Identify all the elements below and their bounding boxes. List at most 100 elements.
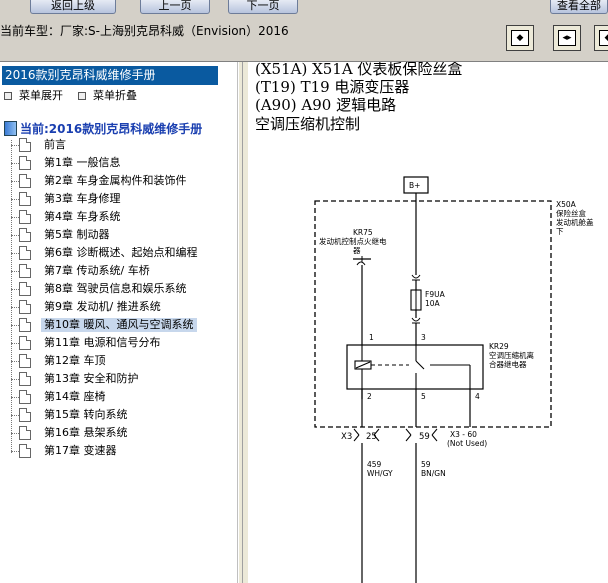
wire-color: BN/GN (421, 469, 446, 478)
toc-item[interactable]: 前言 (0, 136, 237, 154)
document-icon (19, 282, 31, 296)
toc-item-label: 第7章 传动系统/ 车桥 (44, 264, 150, 277)
next-page-button[interactable]: 下一页 (228, 0, 298, 14)
toc-item[interactable]: 第17章 变速器 (0, 442, 237, 460)
expand-icon (4, 91, 12, 100)
back-button[interactable]: 返回上级 (30, 0, 116, 14)
power-label: B+ (409, 181, 420, 190)
tree-connector (11, 379, 19, 380)
toc-item[interactable]: 第16章 悬架系统 (0, 424, 237, 442)
toc-item[interactable]: 第2章 车身金属构件和装饰件 (0, 172, 237, 190)
connector-label: X3 (341, 432, 352, 442)
toc-item[interactable]: 第11章 电源和信号分布 (0, 334, 237, 352)
content-line: (A90) A90 逻辑电路 (255, 96, 397, 114)
relay2-id: KR29 (489, 342, 509, 351)
menu-expand-button[interactable]: 菜单展开 (4, 89, 63, 102)
tree-connector (11, 325, 19, 326)
document-icon (19, 444, 31, 458)
menu-collapse-button[interactable]: 菜单折叠 (78, 89, 137, 102)
tree-connector (11, 451, 19, 452)
document-icon (19, 246, 31, 260)
tree-root[interactable]: 当前:2016款别克昂科威维修手册 (4, 120, 202, 137)
tree-connector (11, 235, 19, 236)
panel-title: 2016款别克昂科威维修手册 (2, 66, 218, 85)
relay-desc-2: 器 (353, 246, 361, 255)
toc-item-label: 第15章 转向系统 (44, 408, 128, 421)
toc-item-label: 第13章 安全和防护 (44, 372, 139, 385)
document-icon (19, 228, 31, 242)
document-icon (19, 426, 31, 440)
toolbar: 返回上级 上一页 下一页 查看全部 当前车型：厂家:S-上海别克昂科威（Envi… (0, 0, 608, 62)
pin-label: 1 (369, 333, 374, 342)
toc-item[interactable]: 第10章 暖风、通风与空调系统 (0, 316, 237, 334)
toc-item[interactable]: 第4章 车身系统 (0, 208, 237, 226)
document-icon (19, 264, 31, 278)
tree-connector (11, 217, 19, 218)
toc-item[interactable]: 第15章 转向系统 (0, 406, 237, 424)
toc-item-label: 第10章 暖风、通风与空调系统 (41, 318, 197, 332)
connector-note-2: (Not Used) (447, 439, 487, 448)
toc-item-label: 第1章 一般信息 (44, 156, 121, 169)
toc-item-label: 第3章 车身修理 (44, 192, 121, 205)
document-icon (19, 300, 31, 314)
toc-item[interactable]: 第9章 发动机/ 推进系统 (0, 298, 237, 316)
toc-item[interactable]: 第6章 诊断概述、起始点和编程 (0, 244, 237, 262)
content-line: 空调压缩机控制 (255, 115, 361, 133)
nav-split-button[interactable]: ◂▸ (553, 25, 581, 51)
tree-connector (11, 397, 19, 398)
pin-label: 5 (421, 392, 426, 401)
tree-connector (11, 163, 19, 164)
toc-panel: 2016款别克昂科威维修手册 菜单展开 菜单折叠 当前:2016款别克昂科威维修… (0, 62, 238, 583)
document-icon (19, 192, 31, 206)
view-all-button[interactable]: 查看全部 (550, 0, 608, 14)
toc-item[interactable]: 第3章 车身修理 (0, 190, 237, 208)
toc-item[interactable]: 第12章 车顶 (0, 352, 237, 370)
toc-item[interactable]: 第1章 一般信息 (0, 154, 237, 172)
content-line: (X51A) X51A 仪表板保险丝盒 (255, 62, 463, 78)
tree-connector (11, 253, 19, 254)
nav-first-button[interactable]: ◆ (506, 25, 534, 51)
toc-item[interactable]: 第5章 制动器 (0, 226, 237, 244)
nav-last-button[interactable]: ◆ (594, 25, 608, 51)
toc-item[interactable]: 第7章 传动系统/ 车桥 (0, 262, 237, 280)
relay-desc-1: 发动机控制点火继电 (319, 236, 387, 246)
current-model-label: 当前车型：厂家:S-上海别克昂科威（Envision）2016 (0, 24, 289, 38)
toc-item-label: 第8章 驾驶员信息和娱乐系统 (44, 282, 187, 295)
relay2-desc-2: 合器继电器 (489, 359, 527, 369)
toc-item-label: 第12章 车顶 (44, 354, 106, 367)
wiring-diagram: B+ X50A 保险丝盒 发动机舱盖 下 KR75 发动机控制点火继电 器 F9… (314, 176, 594, 583)
tree-connector (11, 271, 19, 272)
box-desc-2: 发动机舱盖 (556, 217, 594, 227)
tree-connector (11, 289, 19, 290)
toc-item[interactable]: 第13章 安全和防护 (0, 370, 237, 388)
toc-item-label: 第17章 变速器 (44, 444, 117, 457)
tree-connector (11, 181, 19, 182)
document-icon (19, 354, 31, 368)
pin-label: 4 (475, 392, 480, 401)
prev-page-button[interactable]: 上一页 (140, 0, 210, 14)
document-icon (19, 408, 31, 422)
toc-item-label: 第4章 车身系统 (44, 210, 121, 223)
pin-label: 3 (421, 333, 426, 342)
relay2-desc-1: 空调压缩机离 (489, 350, 534, 360)
toc-item-label: 第16章 悬架系统 (44, 426, 128, 439)
connector-note: X3 - 60 (450, 430, 477, 439)
content-line: (T19) T19 电源变压器 (255, 78, 410, 96)
relay-id: KR75 (353, 228, 373, 237)
document-icon (19, 156, 31, 170)
toc-item[interactable]: 第8章 驾驶员信息和娱乐系统 (0, 280, 237, 298)
nav-split-icon: ◂▸ (558, 30, 576, 46)
menu-collapse-label: 菜单折叠 (93, 89, 137, 102)
fuse-rating: 10A (425, 299, 441, 308)
fuse-id: F9UA (425, 290, 446, 299)
nav-first-icon: ◆ (511, 30, 529, 46)
toc-item[interactable]: 第14章 座椅 (0, 388, 237, 406)
toc-item-label: 前言 (44, 138, 66, 151)
toc-item-label: 第11章 电源和信号分布 (44, 336, 161, 349)
panel-splitter[interactable] (238, 62, 248, 583)
toc-item-label: 第14章 座椅 (44, 390, 106, 403)
tree-connector (11, 415, 19, 416)
wire-number: 459 (367, 460, 382, 469)
document-view: (X51A) X51A 仪表板保险丝盒 (T19) T19 电源变压器 (A90… (249, 62, 608, 583)
box-id: X50A (556, 200, 577, 209)
